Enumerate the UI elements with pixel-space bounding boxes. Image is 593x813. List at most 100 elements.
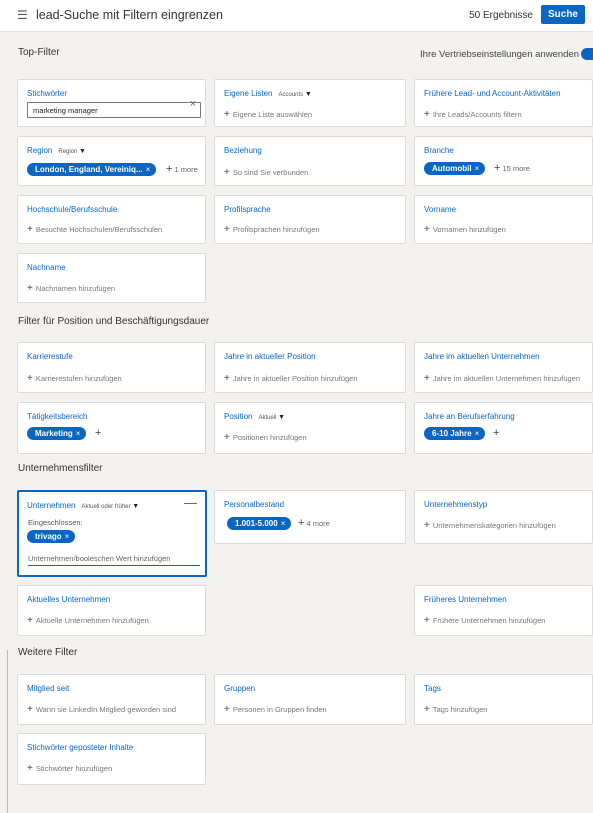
filter-card-own-lists[interactable]: Eigene Listen Accounts ▼ + Eigene Liste au… (214, 79, 406, 127)
add-current-company-link[interactable]: + Aktuelle Unternehmen hinzufügen (27, 615, 149, 626)
headcount-chip[interactable]: 1.001-5.000 × (227, 517, 292, 530)
add-school-link[interactable]: + Besuchte Hochschulen/Berufsschulen (27, 224, 162, 235)
filter-card-function: Tätigkeitsbereich Marketing × + (17, 402, 206, 454)
filter-card-current-company[interactable]: Aktuelles Unternehmen + Aktuelle Unterneh… (17, 585, 206, 636)
region-dropdown[interactable]: Region ▼ (58, 148, 86, 155)
filter-title: Karrierestufe (27, 352, 73, 361)
filter-card-seniority[interactable]: Karrierestufe + Karrierestufen hinzufügen (17, 342, 206, 393)
remove-chip-icon[interactable]: × (475, 164, 480, 173)
add-function-button[interactable]: + (95, 427, 103, 439)
add-seniority-link[interactable]: + Karrierestufen hinzufügen (27, 373, 122, 384)
filter-card-member-since[interactable]: Mitglied seit + Wann sie LinkedIn Mitglie… (17, 674, 206, 725)
region-more-link[interactable]: +1 more (166, 163, 198, 175)
filter-card-relationship[interactable]: Beziehung + So sind Sie verbunden (214, 136, 406, 186)
plus-icon: + (27, 224, 33, 235)
filter-card-region: Region Region ▼ London, England, Vereiniq… (17, 136, 206, 186)
filter-card-first-name[interactable]: Vorname + Vornamen hinzufügen (414, 195, 593, 244)
filter-title: Personalbestand (224, 500, 285, 509)
add-company-type-link[interactable]: + Unternehmenskategorien hinzufügen (424, 520, 556, 531)
filter-card-company-type[interactable]: Unternehmenstyp + Unternehmenskategorien … (414, 490, 593, 544)
remove-chip-icon[interactable]: × (475, 429, 480, 438)
add-own-list-link[interactable]: + Eigene Liste auswählen (224, 109, 312, 120)
chevron-down-icon: ▼ (278, 414, 286, 421)
filter-card-past-activities[interactable]: Frühere Lead- und Account-Aktivitäten + I… (414, 79, 593, 127)
scroll-edge (7, 650, 8, 813)
search-button[interactable]: Suche (541, 5, 585, 24)
remove-chip-icon[interactable]: × (146, 165, 151, 174)
filter-card-profile-language[interactable]: Profilsprache + Profilsprachen hinzufügen (214, 195, 406, 244)
headcount-more-link[interactable]: +4 more (298, 517, 330, 529)
filter-card-school[interactable]: Hochschule/Berufsschule + Besuchte Hochsc… (17, 195, 206, 244)
filter-title: Jahre in aktueller Position (224, 352, 316, 361)
section-title-top: Top-Filter (18, 47, 60, 58)
region-chip[interactable]: London, England, Vereiniq... × (27, 163, 157, 176)
add-profile-language-link[interactable]: + Profilsprachen hinzufügen (224, 224, 320, 235)
add-member-since-link[interactable]: + Wann sie LinkedIn Mitglied geworden sin… (27, 704, 176, 715)
add-post-keywords-link[interactable]: + Stichwörter hinzufügen (27, 763, 112, 774)
plus-icon: + (224, 109, 230, 120)
add-groups-link[interactable]: + Personen in Gruppen finden (224, 704, 327, 715)
add-relationship-link[interactable]: + So sind Sie verbunden (224, 167, 308, 178)
plus-icon: + (27, 615, 33, 626)
included-label: Eingeschlossen: (28, 518, 83, 527)
add-experience-button[interactable]: + (493, 427, 501, 439)
remove-chip-icon[interactable]: × (76, 429, 81, 438)
filter-card-groups[interactable]: Gruppen + Personen in Gruppen finden (214, 674, 406, 725)
add-activities-link[interactable]: + Ihre Leads/Accounts filtern (424, 109, 522, 120)
plus-icon: + (224, 432, 230, 443)
filter-card-years-position[interactable]: Jahre in aktueller Position + Jahre in ak… (214, 342, 406, 393)
add-tags-link[interactable]: + Tags hinzufügen (424, 704, 487, 715)
sales-preferences-toggle[interactable] (581, 48, 593, 60)
lists-dropdown[interactable]: Accounts ▼ (278, 91, 311, 98)
filter-card-past-company[interactable]: Früheres Unternehmen + Frühere Unternehme… (414, 585, 593, 636)
filter-title: Vorname (424, 205, 457, 214)
plus-icon: + (424, 704, 430, 715)
company-scope-dropdown[interactable]: Aktuell oder früher ▼ (81, 503, 140, 510)
close-icon[interactable]: × (190, 98, 196, 110)
company-input[interactable] (28, 552, 200, 566)
add-past-company-link[interactable]: + Frühere Unternehmen hinzufügen (424, 615, 545, 626)
filter-card-post-keywords[interactable]: Stichwörter geposteter Inhalte + Stichwör… (17, 733, 206, 785)
filter-title: Jahre an Berufserfahrung (424, 412, 515, 421)
filter-title: Mitglied seit (27, 684, 70, 693)
results-header: ☰ lead-Suche mit Filtern eingrenzen 50 E… (0, 0, 593, 32)
section-title-more: Weitere Filter (18, 647, 78, 658)
filter-title: Profilsprache (224, 205, 271, 214)
position-dropdown[interactable]: Aktuell ▼ (258, 414, 286, 421)
plus-icon: + (95, 427, 102, 439)
filter-title: Jahre im aktuellen Unternehmen (424, 352, 540, 361)
filter-card-keywords: Stichwörter × (17, 79, 206, 127)
experience-chip[interactable]: 6-10 Jahre × (424, 427, 486, 440)
add-position-link[interactable]: + Positionen hinzufügen (224, 432, 307, 443)
results-count: 50 Ergebnisse (469, 10, 533, 21)
filter-title: Hochschule/Berufsschule (27, 205, 118, 214)
filter-title: Nachname (27, 263, 66, 272)
filter-title: Gruppen (224, 684, 256, 693)
filter-title: Frühere Lead- und Account-Aktivitäten (424, 89, 561, 98)
collapse-icon[interactable]: — (184, 495, 197, 510)
filter-title: Position Aktuell ▼ (224, 412, 286, 421)
filter-card-last-name[interactable]: Nachname + Nachnamen hinzufügen (17, 253, 206, 303)
industry-chip[interactable]: Automobil × (424, 162, 486, 175)
chevron-down-icon: ▼ (132, 503, 140, 510)
add-first-name-link[interactable]: + Vornamen hinzufügen (424, 224, 506, 235)
filter-title: Stichwörter (27, 89, 68, 98)
plus-icon: + (166, 163, 173, 175)
keywords-input[interactable] (27, 102, 201, 118)
add-last-name-link[interactable]: + Nachnamen hinzufügen (27, 283, 115, 294)
add-years-position-link[interactable]: + Jahre in aktueller Position hinzufügen (224, 373, 358, 384)
filter-card-years-company[interactable]: Jahre im aktuellen Unternehmen + Jahre im… (414, 342, 593, 393)
add-years-company-link[interactable]: + Jahre im aktuellen Unternehmen hinzufüg… (424, 373, 580, 384)
remove-chip-icon[interactable]: × (65, 532, 70, 541)
industry-more-link[interactable]: +15 more (494, 162, 530, 174)
remove-chip-icon[interactable]: × (281, 519, 286, 528)
filter-title: Region Region ▼ (27, 146, 86, 155)
company-chip[interactable]: trivago × (27, 530, 76, 543)
filter-card-position[interactable]: Position Aktuell ▼ + Positionen hinzufügen (214, 402, 406, 454)
plus-icon: + (224, 224, 230, 235)
function-chip[interactable]: Marketing × (27, 427, 87, 440)
filter-card-tags[interactable]: Tags + Tags hinzufügen (414, 674, 593, 725)
filter-title: Eigene Listen Accounts ▼ (224, 89, 312, 98)
chevron-down-icon: ▼ (79, 148, 86, 155)
filter-card-company: Unternehmen Aktuell oder früher ▼ — Einge… (17, 490, 207, 577)
